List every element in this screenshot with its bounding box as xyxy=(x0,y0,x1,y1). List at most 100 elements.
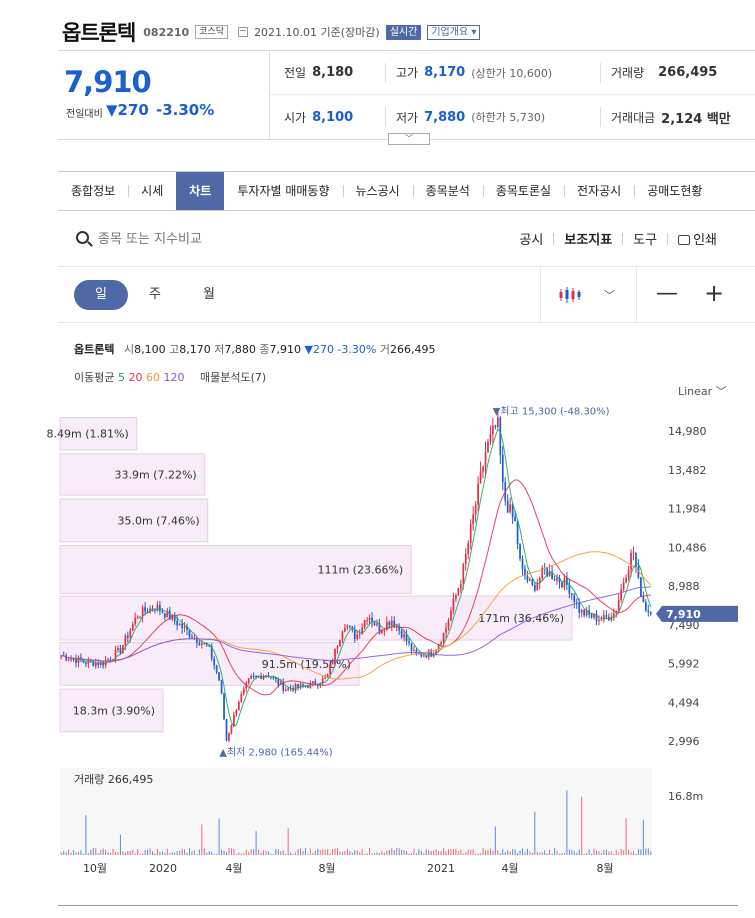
ma60-label[interactable]: 60 xyxy=(146,371,160,384)
candle-body xyxy=(455,595,457,599)
open-price: 시가 8,100 xyxy=(284,107,353,127)
candle-body xyxy=(181,623,183,629)
candle-body xyxy=(62,655,65,657)
candle-body xyxy=(205,643,208,646)
price-axis-tick: 13,482 xyxy=(668,464,707,477)
candle-body xyxy=(630,552,632,570)
candle-body xyxy=(163,612,166,618)
min-price-annotation: ▲최저 2,980 (165.44%) xyxy=(219,746,332,758)
period-day-button[interactable]: 일 xyxy=(74,280,128,310)
time-axis-tick: 2020 xyxy=(149,862,177,875)
lower-limit: (하한가 5,730) xyxy=(471,111,546,124)
scale-dropdown[interactable]: Linear ﹀ xyxy=(678,383,727,399)
candle-body xyxy=(228,733,230,741)
print-button[interactable]: 인쇄 xyxy=(668,229,727,248)
candlestick-icon[interactable] xyxy=(558,285,582,305)
candle-body xyxy=(492,425,494,435)
candle-body xyxy=(578,602,581,613)
ma20-label[interactable]: 20 xyxy=(128,371,142,384)
candle-body xyxy=(72,658,75,660)
time-axis-tick: 2021 xyxy=(427,862,455,875)
upper-limit: (상한가 10,600) xyxy=(471,66,553,80)
candle-body xyxy=(622,582,625,590)
candle-body xyxy=(484,452,487,467)
candle-body xyxy=(632,552,635,554)
candle-body xyxy=(210,645,213,659)
prev-close-value: 8,180 xyxy=(312,65,354,80)
candle-body xyxy=(617,600,620,611)
volume-profile-bar xyxy=(59,688,164,733)
tab-news[interactable]: 뉴스공시 xyxy=(342,172,413,210)
ohlc-legend: 옵트론텍 시8,100 고8,170 저7,880 종7,910 ▼270 -3… xyxy=(74,341,435,357)
candle-body xyxy=(524,568,526,577)
chevron-down-icon: ﹀ xyxy=(405,134,413,143)
compare-search-input[interactable] xyxy=(98,229,318,249)
time-axis-tick: 8월 xyxy=(596,862,613,875)
tab-disclosure[interactable]: 전자공시 xyxy=(564,172,634,210)
tab-short-selling[interactable]: 공매도현황 xyxy=(634,172,715,210)
candle-body xyxy=(413,650,415,652)
candle-body xyxy=(418,653,420,655)
candle-body xyxy=(615,610,618,613)
candle-body xyxy=(427,650,430,658)
candle-body xyxy=(605,615,608,617)
time-axis-tick: 4월 xyxy=(225,862,242,875)
candle-body xyxy=(462,564,465,585)
tab-chart[interactable]: 차트 xyxy=(176,172,225,210)
legend-high-label: 고 xyxy=(169,343,180,356)
candle-body xyxy=(257,675,260,677)
candle-body xyxy=(233,714,235,726)
candle-body xyxy=(326,674,329,678)
candle-body xyxy=(467,543,470,554)
current-price-badge xyxy=(656,605,738,622)
candle-body xyxy=(304,685,307,687)
candle-body xyxy=(366,619,368,621)
company-overview-button[interactable]: 기업개요 ▾ xyxy=(427,24,481,40)
candle-body xyxy=(489,434,492,442)
candle-body xyxy=(450,610,452,621)
candle-body xyxy=(213,658,216,666)
ma120-label[interactable]: 120 xyxy=(163,371,184,384)
zoom-in-button[interactable]: + xyxy=(704,279,724,307)
candle-body xyxy=(284,689,287,691)
indicator-button[interactable]: 보조지표 xyxy=(554,229,622,248)
volume-profile-label[interactable]: 매물분석도(7) xyxy=(200,371,266,384)
candle-body xyxy=(561,582,563,588)
tab-analysis[interactable]: 종목분석 xyxy=(412,172,483,210)
candle-body xyxy=(193,637,196,639)
volume-profile-label: 18.3m (3.90%) xyxy=(73,705,155,718)
legend-open: 8,100 xyxy=(134,343,166,356)
candle-body xyxy=(77,657,80,663)
candle-body xyxy=(279,682,282,685)
candle-body xyxy=(405,634,408,642)
chart-type-dropdown-icon[interactable]: ﹀ xyxy=(604,287,615,303)
candle-body xyxy=(260,675,262,679)
disclosure-toggle[interactable]: 공시 xyxy=(509,229,553,248)
stock-header: 옵트론텍 082210 코스닥 2021.10.01 기준(장마감) 실시간 기… xyxy=(62,18,481,46)
prev-close: 전일 8,180 xyxy=(284,63,353,83)
tab-overview[interactable]: 종합정보 xyxy=(58,172,128,210)
tools-button[interactable]: 도구 xyxy=(623,229,667,248)
period-week-button[interactable]: 주 xyxy=(128,280,182,310)
tab-discussion[interactable]: 종목토론실 xyxy=(482,172,564,210)
candle-body xyxy=(70,658,72,660)
tab-quotes[interactable]: 시세 xyxy=(128,172,176,210)
tab-investor-trading[interactable]: 투자자별 매매동향 xyxy=(224,172,342,210)
stock-code: 082210 xyxy=(143,25,190,39)
candle-body xyxy=(156,604,159,611)
candle-body xyxy=(383,630,386,632)
candle-body xyxy=(541,567,544,579)
candle-body xyxy=(237,701,240,710)
candle-body xyxy=(353,629,356,640)
quote-row-2: 시가 8,100 저가 7,880 (하한가 5,730) 거래대금 2,124… xyxy=(270,95,755,139)
realtime-button[interactable]: 실시간 xyxy=(385,24,422,40)
candle-body xyxy=(546,568,549,577)
candle-body xyxy=(75,658,77,663)
ma-label[interactable]: 이동평균 xyxy=(74,371,114,384)
expand-quote-button[interactable]: ﹀ xyxy=(388,133,430,145)
ma5-label[interactable]: 5 xyxy=(118,371,125,384)
zoom-out-button[interactable]: — xyxy=(656,281,678,306)
legend-low: 7,880 xyxy=(224,343,256,356)
candle-body xyxy=(442,632,445,643)
period-month-button[interactable]: 월 xyxy=(182,280,236,310)
